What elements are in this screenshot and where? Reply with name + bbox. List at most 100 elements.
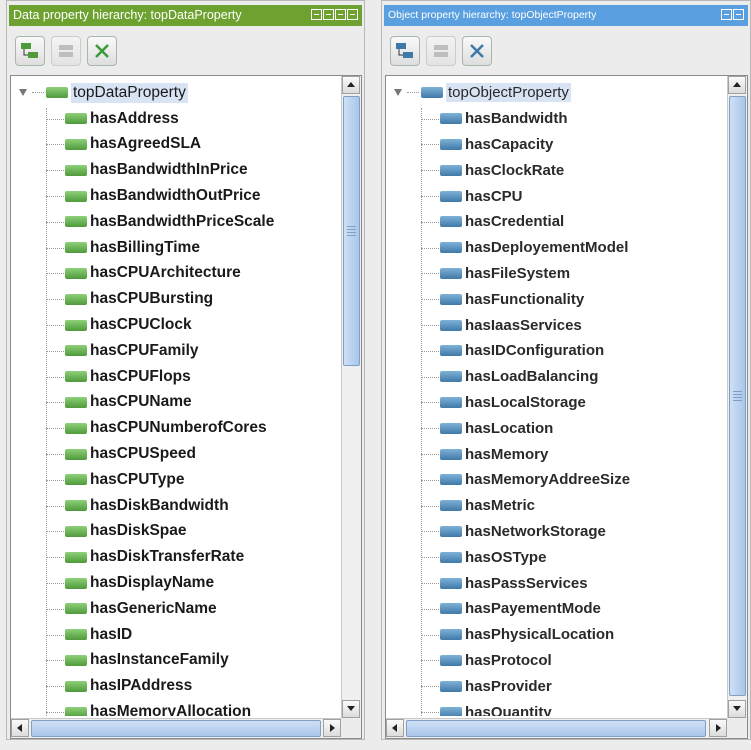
tree-item[interactable]: hasBandwidthPriceScale: [11, 209, 339, 235]
minimize-icon[interactable]: [733, 9, 744, 20]
data-property-panel-title-text: Data property hierarchy: topDataProperty: [13, 8, 242, 22]
tree-item[interactable]: hasMemoryAddreeSize: [386, 467, 725, 493]
tree-item[interactable]: hasBillingTime: [11, 235, 339, 261]
tree-item[interactable]: hasCredential: [386, 209, 725, 235]
tree-connector: [46, 531, 64, 533]
tree-item-label: hasMetric: [465, 497, 536, 515]
tree-item-label: hasDeployementModel: [465, 239, 629, 257]
horizontal-scroll-thumb[interactable]: [31, 720, 321, 737]
scroll-down-arrow-icon[interactable]: [342, 700, 360, 718]
vertical-scroll-thumb[interactable]: [343, 96, 360, 366]
tree-item[interactable]: hasDiskSpae: [11, 519, 339, 545]
tree-item-label: hasProtocol: [465, 651, 552, 669]
object-property-icon: [440, 603, 462, 615]
tree-item[interactable]: hasLoadBalancing: [386, 364, 725, 390]
tree-item[interactable]: hasBandwidth: [386, 106, 725, 132]
tree-root-top-object-property[interactable]: topObjectProperty: [386, 80, 725, 106]
add-sibling-property-button[interactable]: [426, 36, 456, 66]
tree-item[interactable]: hasOSType: [386, 544, 725, 570]
object-tree-vertical-scrollbar[interactable]: [727, 76, 747, 718]
maximize-icon[interactable]: [335, 9, 346, 20]
data-tree-vertical-scrollbar[interactable]: [341, 76, 361, 718]
tree-item[interactable]: hasAddress: [11, 106, 339, 132]
tree-item[interactable]: hasDiskBandwidth: [11, 493, 339, 519]
horizontal-scroll-thumb[interactable]: [406, 720, 706, 737]
minimize-icon[interactable]: [323, 9, 334, 20]
object-property-icon: [440, 551, 462, 563]
tree-item[interactable]: hasID: [11, 622, 339, 648]
delete-property-button[interactable]: [87, 36, 117, 66]
tree-item[interactable]: hasCPUNumberofCores: [11, 415, 339, 441]
tree-root-top-data-property[interactable]: topDataProperty: [11, 80, 339, 106]
tree-item[interactable]: hasFileSystem: [386, 261, 725, 287]
object-property-tree[interactable]: topObjectProperty hasBandwidth hasCapacit…: [385, 75, 748, 739]
tree-item[interactable]: hasCPUFamily: [11, 338, 339, 364]
data-property-tree[interactable]: topDataProperty hasAddress hasAgreedSLA ha…: [10, 75, 362, 739]
root-property-label: topDataProperty: [71, 82, 188, 103]
tree-item[interactable]: hasNetworkStorage: [386, 519, 725, 545]
tree-item[interactable]: hasIaasServices: [386, 312, 725, 338]
tree-item[interactable]: hasGenericName: [11, 596, 339, 622]
tree-item-label: hasCPU: [465, 187, 523, 205]
tree-item-label: hasLoadBalancing: [465, 368, 599, 386]
tree-item[interactable]: hasProvider: [386, 673, 725, 699]
tree-item[interactable]: hasCapacity: [386, 132, 725, 158]
scroll-left-arrow-icon[interactable]: [386, 719, 404, 737]
tree-item-label: hasInstanceFamily: [90, 651, 229, 669]
scroll-down-arrow-icon[interactable]: [728, 700, 746, 718]
collapse-arrow-icon[interactable]: [19, 88, 28, 97]
data-tree-horizontal-scrollbar[interactable]: [11, 718, 341, 738]
scroll-left-arrow-icon[interactable]: [11, 719, 29, 737]
vertical-scroll-thumb[interactable]: [729, 96, 746, 696]
pin-icon[interactable]: [721, 9, 732, 20]
collapse-arrow-icon[interactable]: [394, 88, 403, 97]
tree-item[interactable]: hasMemoryAllocation: [11, 699, 339, 716]
scroll-right-arrow-icon[interactable]: [709, 719, 727, 737]
tree-item[interactable]: hasCPUClock: [11, 312, 339, 338]
add-subproperty-button[interactable]: [15, 36, 45, 66]
tree-item[interactable]: hasMetric: [386, 493, 725, 519]
tree-item[interactable]: hasAgreedSLA: [11, 132, 339, 158]
tree-item[interactable]: hasPayementMode: [386, 596, 725, 622]
tree-item[interactable]: hasBandwidthOutPrice: [11, 183, 339, 209]
tree-item[interactable]: hasMemory: [386, 441, 725, 467]
tree-connector: [421, 247, 439, 249]
tree-item[interactable]: hasIPAddress: [11, 673, 339, 699]
tree-item[interactable]: hasLocation: [386, 415, 725, 441]
tree-item[interactable]: hasDiskTransferRate: [11, 544, 339, 570]
object-property-icon: [440, 577, 462, 589]
tree-item[interactable]: hasLocalStorage: [386, 390, 725, 416]
object-property-icon: [440, 500, 462, 512]
add-sibling-property-button[interactable]: [51, 36, 81, 66]
tree-item[interactable]: hasCPUSpeed: [11, 441, 339, 467]
tree-item[interactable]: hasFunctionality: [386, 286, 725, 312]
delete-property-icon: [470, 44, 484, 58]
tree-item[interactable]: hasCPUFlops: [11, 364, 339, 390]
tree-item[interactable]: hasIDConfiguration: [386, 338, 725, 364]
tree-item[interactable]: hasCPUBursting: [11, 286, 339, 312]
tree-item[interactable]: hasBandwidthInPrice: [11, 157, 339, 183]
delete-property-button[interactable]: [462, 36, 492, 66]
tree-item[interactable]: hasCPU: [386, 183, 725, 209]
object-tree-horizontal-scrollbar[interactable]: [386, 718, 727, 738]
scroll-right-arrow-icon[interactable]: [323, 719, 341, 737]
tree-item[interactable]: hasCPUType: [11, 467, 339, 493]
tree-connector: [46, 144, 64, 146]
pin-icon[interactable]: [311, 9, 322, 20]
scroll-up-arrow-icon[interactable]: [728, 76, 746, 94]
scroll-up-arrow-icon[interactable]: [342, 76, 360, 94]
tree-item[interactable]: hasDisplayName: [11, 570, 339, 596]
add-subproperty-button[interactable]: [390, 36, 420, 66]
tree-item-label: hasClockRate: [465, 161, 565, 179]
tree-item[interactable]: hasClockRate: [386, 157, 725, 183]
object-property-icon: [440, 371, 462, 383]
tree-item[interactable]: hasCPUName: [11, 390, 339, 416]
tree-item[interactable]: hasInstanceFamily: [11, 648, 339, 674]
tree-item[interactable]: hasProtocol: [386, 648, 725, 674]
tree-item[interactable]: hasQuantity: [386, 699, 725, 716]
tree-item[interactable]: hasPassServices: [386, 570, 725, 596]
tree-item[interactable]: hasCPUArchitecture: [11, 261, 339, 287]
tree-item[interactable]: hasDeployementModel: [386, 235, 725, 261]
close-icon[interactable]: [347, 9, 358, 20]
tree-item[interactable]: hasPhysicalLocation: [386, 622, 725, 648]
